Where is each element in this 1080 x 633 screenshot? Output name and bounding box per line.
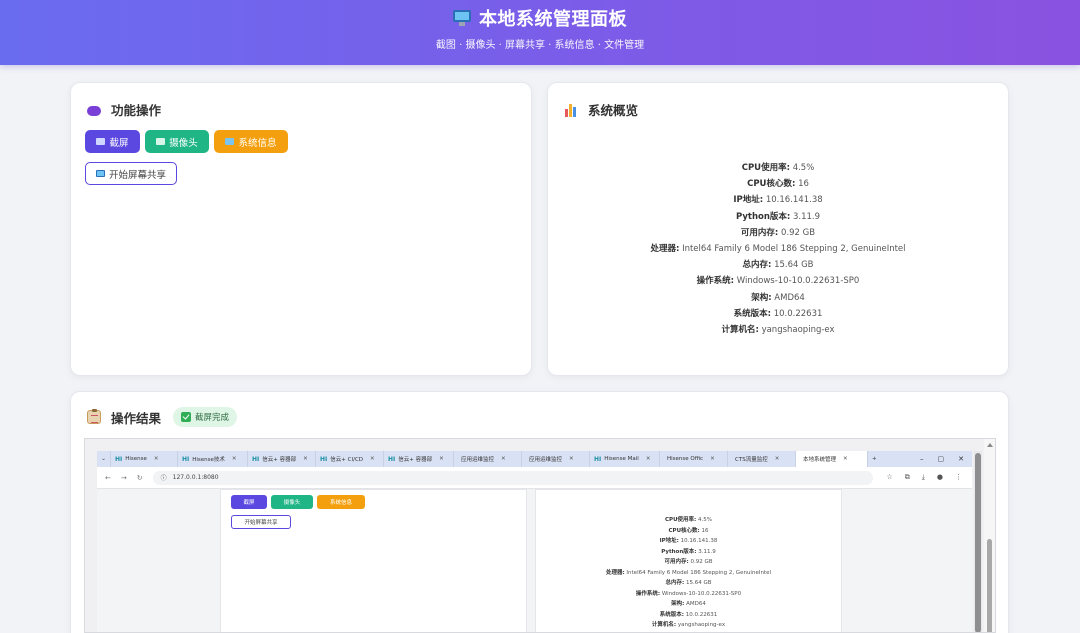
screenshot-button[interactable]: 截屏 — [85, 130, 140, 153]
info-row: 架构: AMD64 — [751, 292, 805, 303]
mini-overview-card: CPU使用率: 4.5% CPU核心数: 16 IP地址: 10.16.141.… — [535, 489, 842, 632]
browser-toolbar-right: ☆ ⧉ ⤓ ● ⋮ — [887, 473, 973, 482]
window-controls: – ▢ ✕ — [920, 455, 972, 463]
start-screen-share-button[interactable]: 开始屏幕共享 — [85, 162, 177, 185]
video-camera-icon — [156, 138, 166, 145]
browser-tab[interactable]: 应用运维监控 ✕ — [522, 451, 590, 467]
mini-info-list: CPU使用率: 4.5% CPU核心数: 16 IP地址: 10.16.141.… — [536, 515, 841, 631]
camera-button-label: 摄像头 — [169, 137, 198, 149]
mini-screenshot-button: 截屏 — [231, 495, 267, 509]
browser-tab[interactable]: Hisense Offic ✕ — [660, 451, 728, 467]
system-info-list: CPU使用率: 4.5% CPU核心数: 16 IP地址: 10.16.141.… — [548, 160, 1008, 338]
computer-icon — [225, 138, 235, 145]
url-text: 127.0.0.1:8080 — [172, 474, 219, 481]
scroll-up-icon[interactable] — [987, 443, 993, 447]
preview-page-area: 截屏 摄像头 系统信息 开始屏幕共享 CPU使用率: 4.5% CPU核心数: … — [97, 489, 972, 632]
overview-card-title-text: 系统概览 — [588, 103, 639, 118]
browser-tab-active[interactable]: 本地系统管理 ✕ — [796, 451, 868, 467]
maximize-icon[interactable]: ▢ — [938, 455, 945, 463]
url-field[interactable]: ⓘ 127.0.0.1:8080 — [152, 470, 873, 485]
mini-info-row: 处理器: Intel64 Family 6 Model 186 Stepping… — [605, 569, 772, 576]
browser-tab[interactable]: HI Hisense ✕ — [111, 451, 178, 467]
browser-tab[interactable]: 应用运维监控 ✕ — [454, 451, 522, 467]
result-card-title-text: 操作结果 — [111, 410, 162, 426]
screenshot-preview[interactable]: ⌄ HI Hisense ✕ HI Hisense技术 ✕ HI 信云+ 容器部 ✕ HI 信… — [84, 438, 996, 633]
status-badge: 截屏完成 — [173, 407, 238, 427]
back-icon[interactable]: ← — [105, 474, 111, 482]
close-icon[interactable]: ✕ — [958, 455, 964, 463]
info-row: 总内存: 15.64 GB — [742, 260, 814, 271]
info-row: CPU核心数: 16 — [747, 179, 809, 190]
minimize-icon[interactable]: – — [920, 455, 924, 463]
info-row: 可用内存: 0.92 GB — [740, 227, 816, 238]
screenshot-button-label: 截屏 — [109, 137, 129, 149]
mini-info-row: IP地址: 10.16.141.38 — [659, 538, 718, 544]
scrollbar-thumb[interactable] — [987, 539, 992, 632]
info-row: CPU使用率: 4.5% — [741, 163, 815, 173]
camera-button[interactable]: 摄像头 — [145, 130, 209, 153]
mini-info-row: CPU使用率: 4.5% — [665, 517, 712, 523]
browser-tab[interactable]: HI Hisense技术 ✕ — [178, 451, 248, 467]
status-badge-label: 截屏完成 — [195, 413, 230, 423]
app-header: 本地系统管理面板 截图 · 摄像头 · 屏幕共享 · 系统信息 · 文件管理 — [0, 0, 1080, 65]
reload-icon[interactable]: ↻ — [137, 474, 143, 482]
info-row: 计算机名: yangshaoping-ex — [721, 325, 835, 336]
info-row: 处理器: Intel64 Family 6 Model 186 Stepping… — [650, 244, 906, 255]
monitor-icon — [95, 170, 105, 177]
monitor-icon — [453, 9, 471, 26]
browser-tab[interactable]: HI Hisense Mail ✕ — [590, 451, 660, 467]
forward-icon[interactable]: → — [121, 474, 127, 482]
camera-icon — [96, 138, 106, 145]
info-row: 操作系统: Windows-10-10.0.22631-SP0 — [696, 276, 860, 287]
browser-nav: ← → ↻ — [97, 474, 143, 482]
info-row: IP地址: 10.16.141.38 — [733, 195, 823, 206]
mini-info-row: 可用内存: 0.92 GB — [664, 559, 713, 565]
bookmark-star-icon[interactable]: ☆ — [887, 473, 893, 482]
info-row: 系统版本: 10.0.22631 — [733, 308, 823, 319]
download-icon[interactable]: ⤓ — [922, 473, 925, 482]
mini-actions-card: 截屏 摄像头 系统信息 开始屏幕共享 — [220, 489, 527, 632]
mini-camera-button: 摄像头 — [271, 495, 313, 509]
clipboard-icon — [87, 409, 101, 424]
preview-scrollbar[interactable] — [984, 439, 995, 632]
actions-card-title-text: 功能操作 — [111, 103, 162, 118]
overview-card-title: 系统概览 — [564, 100, 638, 119]
share-button-label: 开始屏幕共享 — [108, 169, 166, 181]
mini-info-row: 计算机名: yangshaoping-ex — [651, 622, 726, 628]
browser-tab[interactable]: CTS流量监控 ✕ — [728, 451, 796, 467]
info-row: Python版本: 3.11.9 — [735, 211, 821, 222]
extensions-icon[interactable]: ⧉ — [905, 473, 910, 482]
mini-share-button: 开始屏幕共享 — [231, 515, 291, 529]
sysinfo-button-label: 系统信息 — [238, 137, 277, 149]
mini-info-row: 系统版本: 10.0.22631 — [659, 611, 718, 618]
mini-info-row: 操作系统: Windows-10-10.0.22631-SP0 — [635, 590, 742, 597]
overview-card: 系统概览 CPU使用率: 4.5% CPU核心数: 16 IP地址: 10.16… — [547, 82, 1009, 376]
browser-address-bar: ← → ↻ ⓘ 127.0.0.1:8080 ☆ ⧉ ⤓ ● ⋮ — [97, 467, 972, 489]
browser-tab[interactable]: HI 信云+ CI/CD ✕ — [316, 451, 384, 467]
result-card-title: 操作结果 截屏完成 — [87, 407, 238, 427]
actions-card-title: 功能操作 — [87, 100, 161, 119]
actions-card: 功能操作 截屏 摄像头 系统信息 开始屏幕共享 — [70, 82, 532, 376]
gamepad-icon — [87, 105, 101, 116]
mini-info-row: 总内存: 15.64 GB — [665, 580, 712, 586]
mini-info-row: Python版本: 3.11.9 — [661, 548, 716, 555]
profile-icon[interactable]: ● — [937, 473, 943, 482]
preview-inner-scrollbar[interactable] — [974, 451, 982, 632]
bar-chart-icon — [564, 103, 578, 117]
browser-tab-strip: ⌄ HI Hisense ✕ HI Hisense技术 ✕ HI 信云+ 容器部 ✕ HI 信… — [97, 451, 972, 467]
new-tab-icon[interactable]: + — [868, 451, 884, 467]
mini-info-row: CPU核心数: 16 — [668, 527, 709, 534]
mini-info-row: 架构: AMD64 — [671, 601, 706, 607]
tab-list-icon[interactable]: ⌄ — [97, 451, 111, 467]
browser-tab[interactable]: HI 信云+ 容器部 ✕ — [248, 451, 316, 467]
sysinfo-button[interactable]: 系统信息 — [214, 130, 288, 153]
site-info-icon: ⓘ — [160, 475, 167, 482]
check-icon — [181, 412, 192, 422]
browser-tab[interactable]: HI 信云+ 容器部 ✕ — [384, 451, 454, 467]
page-title: 本地系统管理面板 — [479, 8, 627, 30]
page-subtitle: 截图 · 摄像头 · 屏幕共享 · 系统信息 · 文件管理 — [435, 40, 645, 51]
mini-sysinfo-button: 系统信息 — [317, 495, 365, 509]
menu-icon[interactable]: ⋮ — [955, 473, 962, 482]
